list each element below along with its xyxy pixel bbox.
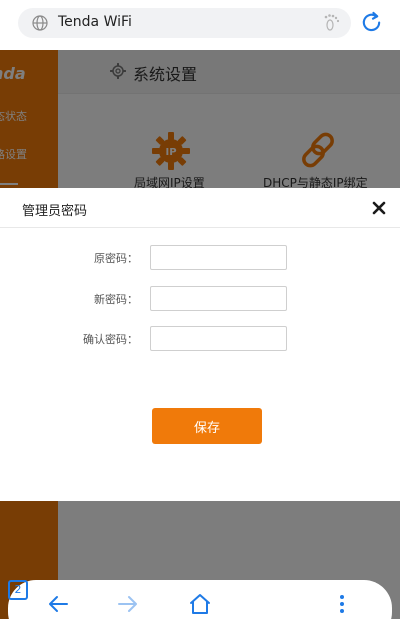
browser-bottom-bar: 2 [8,580,392,619]
footprint-icon[interactable] [323,13,341,33]
browser-toolbar: Tenda WiFi [0,0,400,50]
dialog-title: 管理员密码 [22,204,88,219]
home-icon[interactable] [188,592,212,616]
back-arrow-icon[interactable] [46,592,70,616]
forward-arrow-icon[interactable] [116,592,140,616]
close-icon[interactable] [372,201,386,215]
tabs-button[interactable]: 2 [8,580,28,600]
refresh-icon[interactable] [360,11,383,34]
more-menu-icon[interactable] [330,592,354,616]
address-bar[interactable]: Tenda WiFi [18,8,351,38]
save-button[interactable]: 保存 [152,408,262,444]
dialog-header: 管理员密码 [0,188,400,228]
old-password-label: 原密码： [94,252,138,265]
new-password-field[interactable] [150,286,287,311]
new-password-label: 新密码： [94,293,138,306]
admin-password-dialog: 管理员密码 原密码： 新密码： 确认密码： 保存 [0,188,400,501]
old-password-field[interactable] [150,245,287,270]
confirm-password-label: 确认密码： [83,333,138,346]
globe-icon [32,15,48,31]
confirm-password-field[interactable] [150,326,287,351]
address-text: Tenda WiFi [58,14,132,30]
